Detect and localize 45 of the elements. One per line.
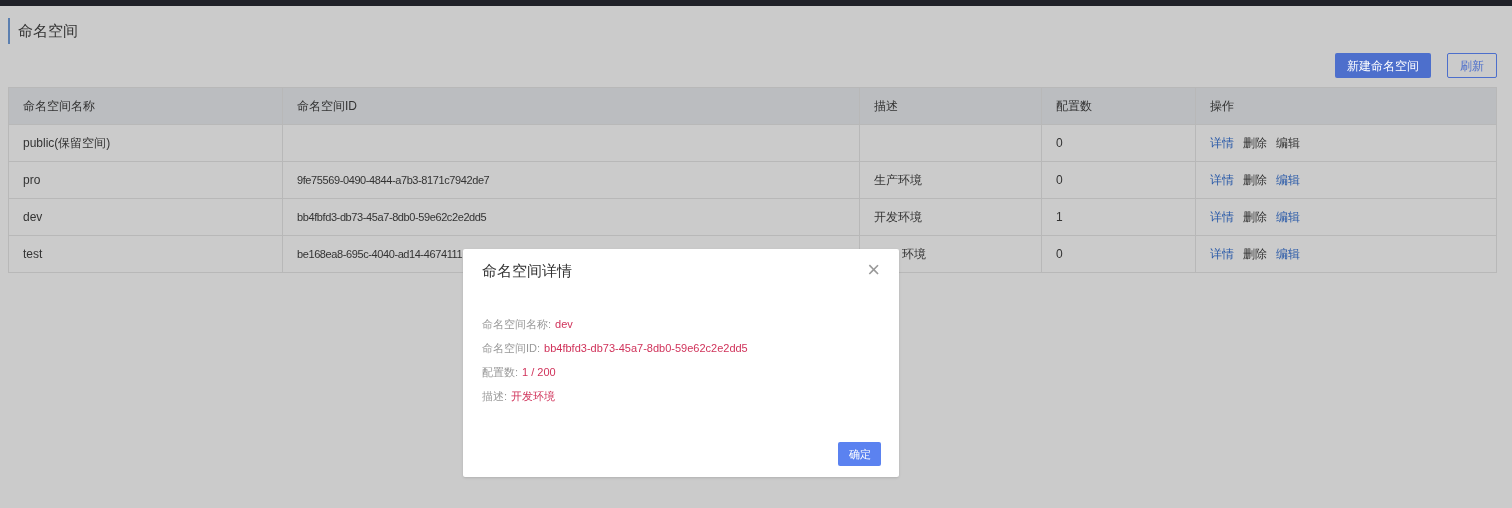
table-cell-text: public(保留空间) [23,135,111,152]
table-cell-text: 环境 [902,246,926,263]
table-cell-text: be168ea8-695c-4040-ad14-4674111 [297,246,463,262]
table-cell-text: 开发环境 [874,209,922,226]
action-link[interactable]: 编辑 [1276,208,1300,226]
column-header: 配置数 [1056,98,1092,115]
field-label: 配置数: [482,364,519,380]
action-link[interactable]: 删除 [1243,208,1267,226]
page-title: 命名空间 [18,20,78,41]
table-cell-text: dev [23,209,43,226]
table-cell-text: 9fe75569-0490-4844-a7b3-8171c7942de7 [297,172,490,188]
table-cell-text: 0 [1056,246,1063,263]
action-link[interactable]: 删除 [1243,245,1267,263]
table-cell-text: 0 [1056,135,1063,152]
column-header: 命名空间ID [297,98,357,115]
action-link[interactable]: 详情 [1210,208,1234,226]
action-link[interactable]: 编辑 [1276,171,1300,189]
field-value: 1 / 200 [522,364,556,380]
table-cell-text: 生产环境 [874,172,922,189]
table-cell-text: bb4fbfd3-db73-45a7-8db0-59e62c2e2dd5 [297,209,487,225]
close-button[interactable]: × [867,259,880,281]
create-button[interactable]: 新建命名空间 [1335,53,1431,78]
action-link[interactable]: 详情 [1210,134,1234,152]
column-header: 描述 [874,98,898,115]
dialog-title: 命名空间详情 [482,261,572,281]
field-value: 开发环境 [511,388,556,404]
action-link[interactable]: 详情 [1210,245,1234,263]
field-value: bb4fbfd3-db73-45a7-8db0-59e62c2e2dd5 [544,340,748,356]
table-cell-text: 1 [1056,209,1063,226]
action-link[interactable]: 删除 [1243,134,1267,152]
column-header: 操作 [1210,98,1234,115]
action-link[interactable]: 编辑 [1276,134,1300,152]
table-cell-text: pro [23,172,41,189]
column-header: 命名空间名称 [23,98,95,115]
refresh-button[interactable]: 刷新 [1447,53,1497,78]
ok-button[interactable]: 确定 [838,442,881,466]
field-label: 描述: [482,388,508,404]
field-label: 命名空间名称: [482,316,552,332]
action-link[interactable]: 删除 [1243,171,1267,189]
table-cell-text: test [23,246,43,263]
action-link[interactable]: 编辑 [1276,245,1300,263]
field-label: 命名空间ID: [482,340,541,356]
table-cell-text: 0 [1056,172,1063,189]
field-value: dev [555,316,573,332]
action-link[interactable]: 详情 [1210,171,1234,189]
